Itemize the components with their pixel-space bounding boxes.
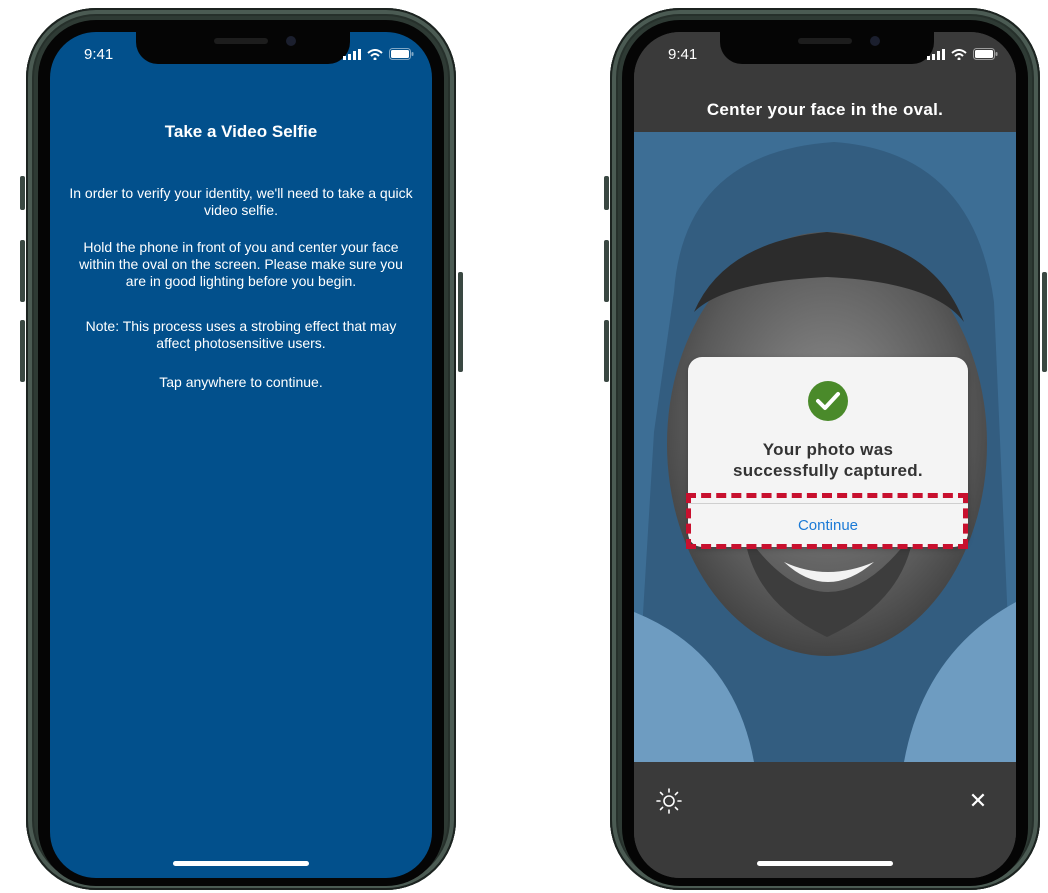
brightness-icon[interactable] xyxy=(656,788,682,814)
volume-down-button xyxy=(604,320,609,382)
side-button xyxy=(458,272,463,372)
home-indicator[interactable] xyxy=(173,861,309,866)
front-camera xyxy=(286,36,296,46)
front-camera xyxy=(870,36,880,46)
close-icon[interactable]: ✕ xyxy=(966,788,990,814)
status-icons xyxy=(927,48,998,60)
volume-up-button xyxy=(20,240,25,302)
check-circle-icon xyxy=(808,381,848,421)
signal-icon xyxy=(343,48,361,60)
silent-switch xyxy=(604,176,609,210)
intro-title: Take a Video Selfie xyxy=(164,122,318,141)
speaker xyxy=(214,38,268,44)
continue-highlight-box xyxy=(686,493,968,549)
volume-up-button xyxy=(604,240,609,302)
success-message-line-2: successfully captured. xyxy=(733,461,923,480)
status-time: 9:41 xyxy=(668,46,698,63)
tap-to-continue-text[interactable]: Tap anywhere to continue. xyxy=(68,374,414,391)
notch xyxy=(136,32,350,64)
signal-icon xyxy=(927,48,945,60)
wifi-icon xyxy=(951,48,967,60)
volume-down-button xyxy=(20,320,25,382)
silent-switch xyxy=(20,176,25,210)
intro-paragraph-1: In order to verify your identity, we'll … xyxy=(69,185,413,218)
notch xyxy=(720,32,934,64)
success-message: Your photo was successfully captured. xyxy=(688,439,968,481)
status-icons xyxy=(343,48,414,60)
intro-paragraph-3: Note: This process uses a strobing effec… xyxy=(85,318,397,351)
capture-screen: 9:41 Center your face in the oval. Your … xyxy=(634,32,1016,878)
battery-icon xyxy=(973,48,998,60)
intro-screen[interactable]: 9:41 Take a Video Selfie In order to ver… xyxy=(50,32,432,878)
phone-capture: 9:41 Center your face in the oval. Your … xyxy=(602,0,1048,893)
side-button xyxy=(1042,272,1047,372)
home-indicator[interactable] xyxy=(757,861,893,866)
speaker xyxy=(798,38,852,44)
status-time: 9:41 xyxy=(84,46,114,63)
phone-intro: 9:41 Take a Video Selfie In order to ver… xyxy=(18,0,464,893)
intro-paragraph-2: Hold the phone in front of you and cente… xyxy=(79,239,403,289)
wifi-icon xyxy=(367,48,383,60)
capture-instruction: Center your face in the oval. xyxy=(706,100,944,119)
battery-icon xyxy=(389,48,414,60)
success-message-line-1: Your photo was xyxy=(762,440,894,459)
